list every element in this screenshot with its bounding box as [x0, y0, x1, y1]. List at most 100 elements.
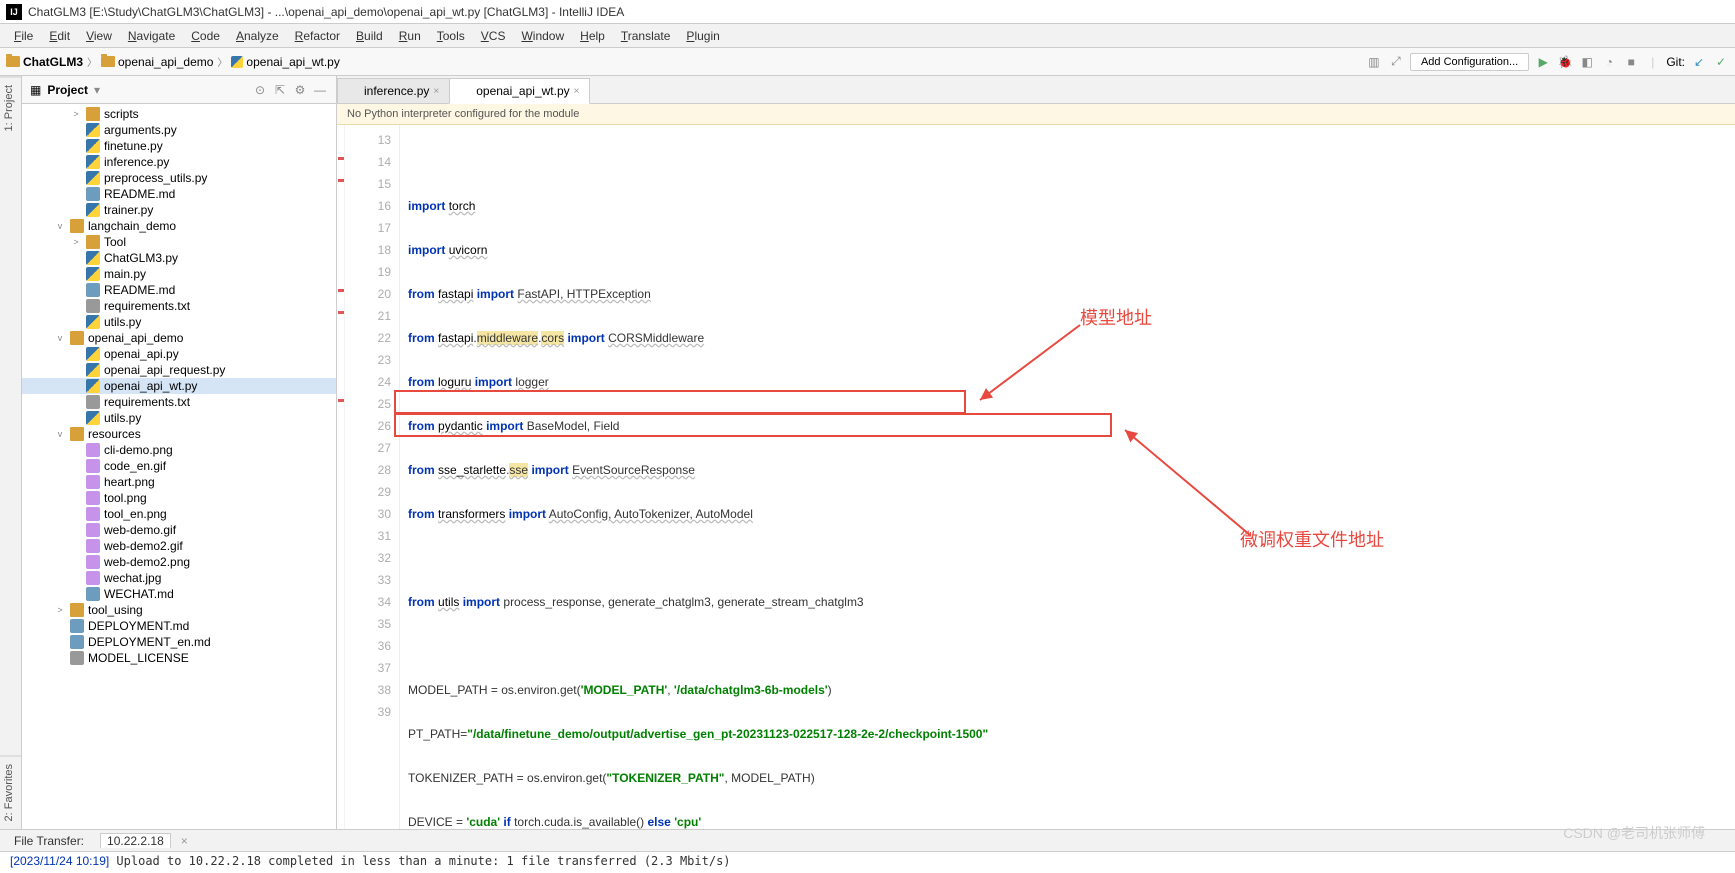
menu-analyze[interactable]: Analyze	[228, 29, 287, 43]
tree-item-requirements-txt[interactable]: requirements.txt	[22, 394, 336, 410]
tree-item-inference-py[interactable]: inference.py	[22, 154, 336, 170]
editor-tabs: inference.py×openai_api_wt.py×	[337, 76, 1735, 104]
project-panel: ▦ Project ▾ ⊙ ⇱ ⚙ — >scriptsarguments.py…	[22, 76, 337, 829]
collapse-all-icon[interactable]: ⇱	[272, 82, 288, 98]
menu-code[interactable]: Code	[183, 29, 228, 43]
tree-item-heart-png[interactable]: heart.png	[22, 474, 336, 490]
coverage-icon[interactable]: ◧	[1579, 54, 1595, 70]
tree-item-resources[interactable]: vresources	[22, 426, 336, 442]
debug-icon[interactable]: 🐞	[1557, 54, 1573, 70]
menu-view[interactable]: View	[78, 29, 120, 43]
layout-icon[interactable]: ▥	[1366, 54, 1382, 70]
profile-icon[interactable]: ◔	[1601, 54, 1617, 70]
toolbar: ChatGLM3〉openai_api_demo〉openai_api_wt.p…	[0, 48, 1735, 76]
tree-item-MODEL_LICENSE[interactable]: MODEL_LICENSE	[22, 650, 336, 666]
tree-item-cli-demo-png[interactable]: cli-demo.png	[22, 442, 336, 458]
window-title: ChatGLM3 [E:\Study\ChatGLM3\ChatGLM3] - …	[28, 5, 624, 19]
menu-run[interactable]: Run	[391, 29, 429, 43]
menu-refactor[interactable]: Refactor	[287, 29, 348, 43]
git-commit-icon[interactable]: ✓	[1713, 54, 1729, 70]
interpreter-warning: No Python interpreter configured for the…	[337, 104, 1735, 125]
menu-window[interactable]: Window	[513, 29, 572, 43]
tree-item-requirements-txt[interactable]: requirements.txt	[22, 298, 336, 314]
tree-item-ChatGLM3-py[interactable]: ChatGLM3.py	[22, 250, 336, 266]
menu-plugin[interactable]: Plugin	[678, 29, 727, 43]
menu-help[interactable]: Help	[572, 29, 613, 43]
close-icon[interactable]: ×	[574, 86, 580, 97]
close-tab-icon[interactable]: ×	[181, 834, 188, 848]
side-tab-favorites[interactable]: 2: Favorites	[0, 755, 21, 829]
settings-icon[interactable]: ⚙	[292, 82, 308, 98]
tree-item-tool_en-png[interactable]: tool_en.png	[22, 506, 336, 522]
arrow-2	[1120, 425, 1260, 545]
tree-item-wechat-jpg[interactable]: wechat.jpg	[22, 570, 336, 586]
git-update-icon[interactable]: ↙	[1691, 54, 1707, 70]
tree-item-utils-py[interactable]: utils.py	[22, 314, 336, 330]
editor-tab-inference-py[interactable]: inference.py×	[337, 78, 450, 103]
close-icon[interactable]: ×	[433, 86, 439, 97]
tree-item-scripts[interactable]: >scripts	[22, 106, 336, 122]
git-label: Git:	[1666, 55, 1685, 69]
editor-tab-openai_api_wt-py[interactable]: openai_api_wt.py×	[449, 78, 590, 104]
title-bar: IJ ChatGLM3 [E:\Study\ChatGLM3\ChatGLM3]…	[0, 0, 1735, 24]
code-content[interactable]: import torch import uvicorn from fastapi…	[400, 125, 1735, 829]
tree-item-web-demo-gif[interactable]: web-demo.gif	[22, 522, 336, 538]
select-opened-icon[interactable]: ⊙	[252, 82, 268, 98]
annotation-model-addr: 模型地址	[1080, 307, 1152, 329]
tree-item-openai_api_request-py[interactable]: openai_api_request.py	[22, 362, 336, 378]
menu-build[interactable]: Build	[348, 29, 391, 43]
highlight-box-model-path	[394, 390, 966, 414]
app-icon: IJ	[6, 4, 22, 20]
breadcrumb-2[interactable]: openai_api_wt.py	[231, 55, 339, 69]
project-title: Project	[47, 83, 88, 97]
menu-tools[interactable]: Tools	[429, 29, 473, 43]
menu-file[interactable]: File	[6, 29, 41, 43]
menu-translate[interactable]: Translate	[613, 29, 679, 43]
tree-item-code_en-gif[interactable]: code_en.gif	[22, 458, 336, 474]
menu-vcs[interactable]: VCS	[473, 29, 514, 43]
tree-item-preprocess_utils-py[interactable]: preprocess_utils.py	[22, 170, 336, 186]
breadcrumb-0[interactable]: ChatGLM3	[6, 55, 83, 69]
hide-icon[interactable]: —	[312, 82, 328, 98]
tree-item-arguments-py[interactable]: arguments.py	[22, 122, 336, 138]
tree-item-openai_api_wt-py[interactable]: openai_api_wt.py	[22, 378, 336, 394]
project-tree[interactable]: >scriptsarguments.pyfinetune.pyinference…	[22, 104, 336, 829]
bottom-panel: File Transfer: 10.22.2.18 ×	[0, 829, 1735, 851]
host-tab[interactable]: 10.22.2.18	[100, 833, 171, 848]
stop-icon[interactable]: ■	[1623, 54, 1639, 70]
menu-edit[interactable]: Edit	[41, 29, 78, 43]
tree-item-utils-py[interactable]: utils.py	[22, 410, 336, 426]
run-icon[interactable]: ▶	[1535, 54, 1551, 70]
tree-item-tool_using[interactable]: >tool_using	[22, 602, 336, 618]
expand-icon[interactable]: ⤢	[1388, 54, 1404, 70]
gutter-marks	[337, 125, 345, 829]
breadcrumb-1[interactable]: openai_api_demo	[101, 55, 213, 69]
menu-navigate[interactable]: Navigate	[120, 29, 183, 43]
watermark: CSDN @老司机张师傅	[1563, 823, 1705, 843]
line-gutter: 1314151617181920212223242526272829303132…	[345, 125, 400, 829]
code-area[interactable]: 1314151617181920212223242526272829303132…	[337, 125, 1735, 829]
breadcrumb[interactable]: ChatGLM3〉openai_api_demo〉openai_api_wt.p…	[6, 54, 340, 69]
tree-item-tool-png[interactable]: tool.png	[22, 490, 336, 506]
tree-item-main-py[interactable]: main.py	[22, 266, 336, 282]
tree-item-Tool[interactable]: >Tool	[22, 234, 336, 250]
tree-item-WECHAT-md[interactable]: WECHAT.md	[22, 586, 336, 602]
menu-bar: FileEditViewNavigateCodeAnalyzeRefactorB…	[0, 24, 1735, 48]
tree-item-langchain_demo[interactable]: vlangchain_demo	[22, 218, 336, 234]
tree-item-web-demo2-gif[interactable]: web-demo2.gif	[22, 538, 336, 554]
tree-item-README-md[interactable]: README.md	[22, 282, 336, 298]
tree-item-web-demo2-png[interactable]: web-demo2.png	[22, 554, 336, 570]
tree-item-trainer-py[interactable]: trainer.py	[22, 202, 336, 218]
tree-item-DEPLOYMENT_en-md[interactable]: DEPLOYMENT_en.md	[22, 634, 336, 650]
tree-item-openai_api_demo[interactable]: vopenai_api_demo	[22, 330, 336, 346]
file-transfer-tab[interactable]: File Transfer:	[8, 834, 90, 848]
editor-area: inference.py×openai_api_wt.py× No Python…	[337, 76, 1735, 829]
side-tab-project[interactable]: 1: Project	[0, 76, 21, 139]
left-side-tabs: 1: Project 2: Favorites	[0, 76, 22, 829]
tree-item-finetune-py[interactable]: finetune.py	[22, 138, 336, 154]
tree-item-README-md[interactable]: README.md	[22, 186, 336, 202]
tree-item-openai_api-py[interactable]: openai_api.py	[22, 346, 336, 362]
log-output: [2023/11/24 10:19] Upload to 10.22.2.18 …	[0, 851, 1735, 873]
add-configuration-button[interactable]: Add Configuration...	[1410, 53, 1529, 71]
tree-item-DEPLOYMENT-md[interactable]: DEPLOYMENT.md	[22, 618, 336, 634]
